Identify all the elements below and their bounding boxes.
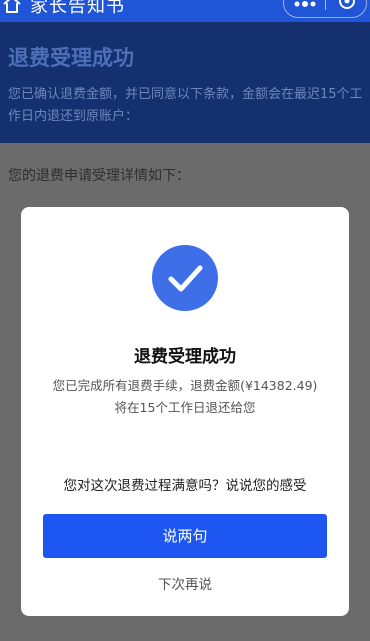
mini-program-capsule — [283, 0, 367, 18]
dialog-description-line-2: 将在15个工作日退还给您 — [114, 400, 256, 415]
status-banner: 退费受理成功 您已确认退费金额，并已同意以下条款，金额会在最迟15个工作日内退还… — [0, 22, 370, 143]
capsule-divider — [325, 0, 326, 10]
success-dialog: 退费受理成功 您已完成所有退费手续，退费金额(¥14382.49) 将在15个工… — [21, 207, 349, 616]
top-nav-bar: 家长告知书 — [0, 0, 370, 22]
more-dots-icon[interactable] — [294, 1, 316, 7]
banner-description: 您已确认退费金额，并已同意以下条款，金额会在最迟15个工作日内退还到原账户： — [8, 87, 363, 124]
close-circle-icon[interactable] — [338, 0, 356, 10]
feedback-question: 您对这次退费过程满意吗？说说您的感受 — [63, 478, 307, 494]
dialog-description: 您已完成所有退费手续，退费金额(¥14382.49) 将在15个工作日退还给您 — [27, 375, 343, 419]
skip-feedback-button[interactable]: 下次再说 — [21, 573, 349, 593]
dialog-title: 退费受理成功 — [134, 347, 236, 367]
nav-title: 家长告知书 — [30, 0, 125, 17]
dialog-description-line-1: 您已完成所有退费手续，退费金额(¥14382.49) — [52, 378, 318, 393]
give-feedback-button[interactable]: 说两句 — [43, 514, 327, 558]
checkmark-circle-icon — [152, 245, 218, 311]
detail-heading: 您的退费申请受理详情如下： — [8, 168, 190, 184]
banner-title: 退费受理成功 — [8, 46, 134, 70]
home-icon[interactable] — [2, 0, 22, 14]
